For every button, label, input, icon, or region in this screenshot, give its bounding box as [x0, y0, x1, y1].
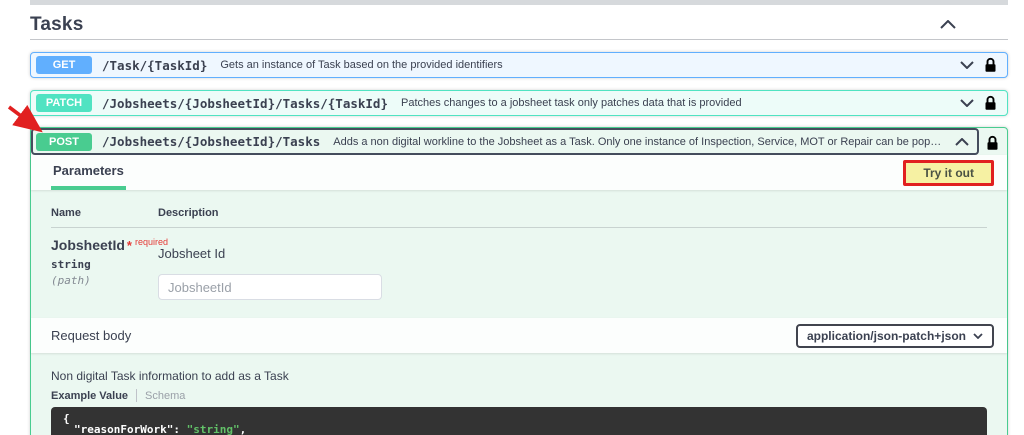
parameter-description: Jobsheet Id — [158, 246, 226, 261]
name-column-header: Name — [51, 207, 81, 219]
lock-icon[interactable] — [984, 56, 997, 74]
endpoint-summary: Gets an instance of Task based on the pr… — [220, 59, 503, 71]
tab-parameters[interactable]: Parameters — [51, 155, 126, 190]
tab-example-value[interactable]: Example Value — [51, 390, 128, 402]
method-badge-get: GET — [36, 56, 92, 74]
parameter-name-cell: JobsheetId * required string (path) — [51, 237, 168, 300]
description-column-header: Description — [158, 207, 219, 219]
jobsheetid-input[interactable] — [158, 274, 382, 300]
endpoint-summary: Adds a non digital workline to the Jobsh… — [333, 135, 947, 148]
endpoint-summary: Patches changes to a jobsheet task only … — [400, 97, 742, 109]
content-type-select[interactable]: application/json-patch+json — [795, 323, 994, 348]
try-it-out-button[interactable]: Try it out — [903, 159, 994, 186]
endpoint-path: /Task/{TaskId} — [102, 57, 208, 73]
section-header: Tasks — [30, 10, 1008, 40]
swagger-ui-page: Tasks GET /Task/{TaskId} Gets an instanc… — [0, 0, 1024, 435]
method-badge-post: POST — [36, 132, 92, 151]
example-tabs: Example Value Schema — [51, 389, 987, 402]
lock-icon[interactable] — [984, 94, 997, 112]
tab-separator — [136, 389, 138, 402]
tasks-section: Tasks GET /Task/{TaskId} Gets an instanc… — [30, 0, 1008, 435]
lock-icon[interactable] — [986, 134, 999, 152]
request-body-label: Request body — [51, 328, 132, 343]
required-star: * — [126, 238, 132, 253]
parameters-section-header: Parameters Try it out — [31, 155, 1007, 190]
section-title: Tasks — [30, 13, 84, 35]
endpoint-path: /Jobsheets/{JobsheetId}/Tasks — [102, 134, 321, 149]
row-icons — [952, 94, 997, 112]
section-divider — [30, 0, 1008, 5]
parameter-name: JobsheetId * required — [51, 237, 168, 253]
request-body-description: Non digital Task information to add as a… — [51, 369, 289, 383]
opblock-post-header[interactable]: POST /Jobsheets/{JobsheetId}/Tasks Adds … — [31, 128, 979, 155]
chevron-down-icon — [973, 332, 983, 339]
row-icons — [952, 56, 997, 74]
parameter-row-jobsheetid: JobsheetId * required string (path) Jobshe… — [51, 228, 987, 300]
tab-schema[interactable]: Schema — [145, 390, 185, 402]
parameter-description-cell: Jobsheet Id — [158, 237, 382, 300]
parameters-table-header: Name Description — [51, 207, 987, 228]
chevron-down-icon[interactable] — [960, 61, 974, 69]
opblock-get-task[interactable]: GET /Task/{TaskId} Gets an instance of T… — [30, 52, 1008, 78]
parameter-location: (path) — [51, 274, 91, 287]
opblock-post-task-expanded: POST /Jobsheets/{JobsheetId}/Tasks Adds … — [30, 127, 1008, 435]
chevron-down-icon[interactable] — [960, 99, 974, 107]
request-body-content: Non digital Task information to add as a… — [31, 353, 1007, 435]
collapse-section-icon[interactable] — [940, 20, 956, 29]
chevron-up-icon[interactable] — [955, 137, 969, 146]
content-type-value: application/json-patch+json — [806, 328, 966, 343]
example-code-block[interactable]: { "reasonForWork": "string", "actualComp… — [51, 407, 987, 435]
request-body-section-header: Request body application/json-patch+json — [31, 318, 1007, 353]
row-icons — [947, 137, 969, 146]
parameter-type: string — [51, 258, 91, 271]
opblock-patch-task[interactable]: PATCH /Jobsheets/{JobsheetId}/Tasks/{Tas… — [30, 90, 1008, 116]
parameters-table: Name Description JobsheetId * required str… — [31, 190, 1007, 318]
endpoint-path: /Jobsheets/{JobsheetId}/Tasks/{TaskId} — [102, 95, 388, 111]
method-badge-patch: PATCH — [36, 94, 92, 112]
